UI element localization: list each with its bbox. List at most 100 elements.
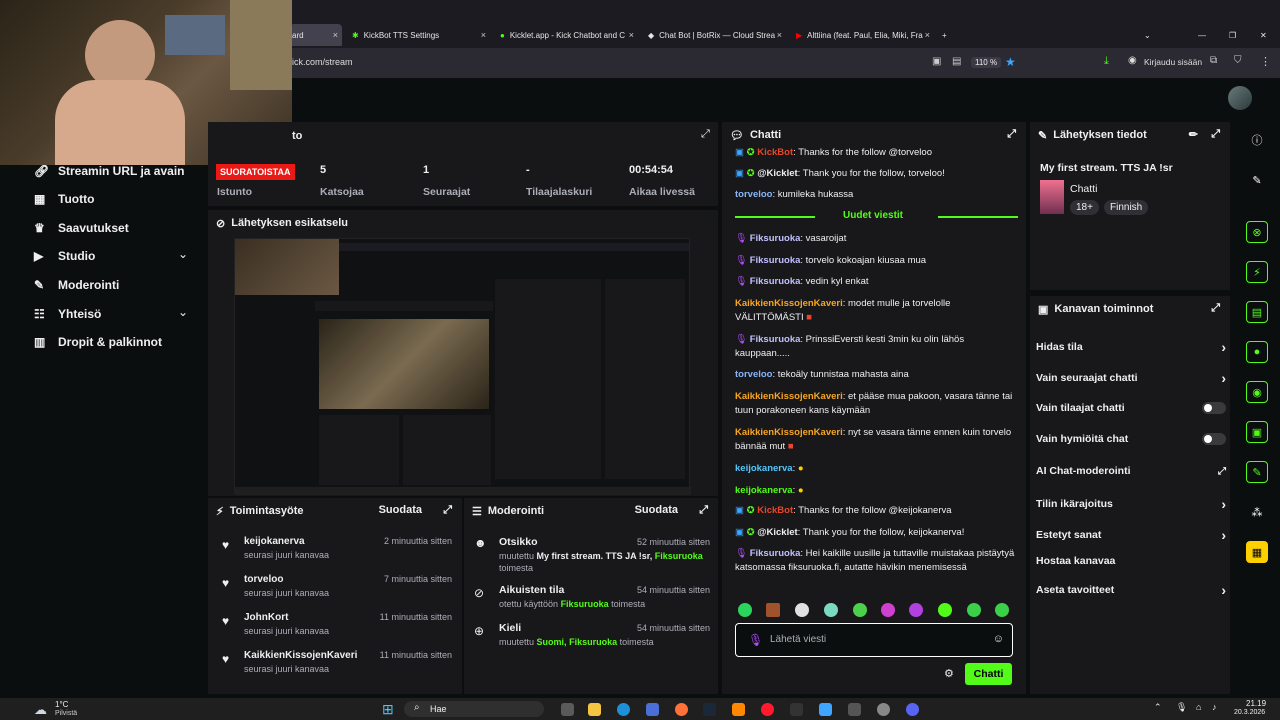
tab-kicklet[interactable]: ● Kicklet.app - Kick Chatbot and C × bbox=[500, 24, 638, 46]
emote-icon[interactable] bbox=[738, 603, 752, 617]
close-icon[interactable]: × bbox=[777, 30, 782, 40]
reader-icon[interactable]: ▤ bbox=[952, 56, 961, 67]
send-chat-button[interactable]: Chatti bbox=[965, 663, 1012, 685]
chat-username[interactable]: Fiksuruoka bbox=[750, 233, 801, 244]
preview-video[interactable] bbox=[234, 238, 691, 495]
follower-name[interactable]: KaikkienKissojenKaveri bbox=[244, 650, 357, 661]
close-icon[interactable]: × bbox=[925, 30, 930, 40]
follower-name[interactable]: keijokanerva bbox=[244, 536, 305, 547]
url-field[interactable]: ick.com/stream bbox=[292, 57, 353, 67]
nav-studio[interactable]: ▶ Studio bbox=[34, 249, 95, 263]
emote-icon[interactable] bbox=[938, 603, 952, 617]
photos-icon[interactable] bbox=[819, 703, 832, 716]
emote-only-toggle[interactable] bbox=[1202, 433, 1226, 445]
chat-icon[interactable]: ● bbox=[1246, 341, 1268, 363]
vlc-icon[interactable] bbox=[732, 703, 745, 716]
popout-icon[interactable]: ⤢ bbox=[1211, 302, 1220, 315]
zoom-badge[interactable]: 110 % bbox=[971, 57, 1002, 68]
nav-drops[interactable]: ▥ Dropit & palkinnot bbox=[34, 335, 162, 349]
opera-icon[interactable] bbox=[761, 703, 774, 716]
emote-icon[interactable] bbox=[909, 603, 923, 617]
popout-icon[interactable]: ⤢ bbox=[1007, 128, 1016, 141]
activity-filter-button[interactable]: Suodata bbox=[379, 504, 422, 516]
edit-icon[interactable]: ✏︎ bbox=[1189, 128, 1198, 141]
moderation-filter-button[interactable]: Suodata bbox=[635, 504, 678, 516]
chat-username[interactable]: KaikkienKissojenKaveri bbox=[735, 427, 843, 438]
windows-start-icon[interactable]: ⊞ bbox=[382, 701, 394, 718]
network-icon[interactable]: ⌂ bbox=[1196, 702, 1201, 712]
chat-username[interactable]: KaikkienKissojenKaveri bbox=[735, 391, 843, 402]
target-icon[interactable]: ⊗ bbox=[1246, 221, 1268, 243]
app-icon[interactable] bbox=[848, 703, 861, 716]
chat-username[interactable]: torveloo bbox=[735, 189, 772, 200]
nav-moderation[interactable]: ✎ Moderointi bbox=[34, 278, 119, 292]
mic-icon[interactable]: 🎙︎ bbox=[1176, 702, 1187, 713]
action-slow-mode[interactable]: Hidas tila › bbox=[1036, 339, 1226, 355]
bolt-icon[interactable]: ⚡︎ bbox=[1246, 261, 1268, 283]
action-followers-only[interactable]: Vain seuraajat chatti › bbox=[1036, 370, 1226, 386]
follower-name[interactable]: torveloo bbox=[244, 574, 283, 585]
document-icon[interactable]: ▤ bbox=[1246, 301, 1268, 323]
discord-icon[interactable] bbox=[906, 703, 919, 716]
category-thumbnail[interactable] bbox=[1040, 180, 1064, 214]
mod-who[interactable]: Fiksuruoka bbox=[561, 599, 609, 609]
volume-icon[interactable]: ♪ bbox=[1212, 702, 1217, 712]
tab-youtube[interactable]: ▶ Alttiina (feat. Paul, Elia, Miki, Fra × bbox=[796, 24, 934, 46]
mod-who[interactable]: Fiksuruoka bbox=[569, 637, 617, 647]
chat-username[interactable]: @Kicklet bbox=[757, 168, 797, 179]
avatar[interactable] bbox=[1228, 86, 1252, 110]
emote-icon[interactable] bbox=[795, 603, 809, 617]
channel-icon[interactable]: ▣ bbox=[1246, 421, 1268, 443]
pencil-icon[interactable]: ✎ bbox=[1246, 169, 1268, 191]
emoji-icon[interactable]: ☺ bbox=[993, 633, 1004, 645]
popout-icon[interactable]: ⤢ bbox=[701, 128, 710, 141]
nav-community[interactable]: ☷ Yhteisö bbox=[34, 307, 101, 321]
popout-icon[interactable]: ⤢ bbox=[1211, 128, 1220, 141]
emote-icon[interactable] bbox=[853, 603, 867, 617]
chat-username[interactable]: Fiksuruoka bbox=[750, 276, 801, 287]
clock-time[interactable]: 21.19 bbox=[1246, 699, 1266, 708]
action-age-restriction[interactable]: Tilin ikärajoitus › bbox=[1036, 496, 1226, 512]
chat-username[interactable]: Fiksuruoka bbox=[750, 548, 801, 559]
tab-botrix[interactable]: ◆ Chat Bot | BotRix — Cloud Strea × bbox=[648, 24, 786, 46]
chat-username[interactable]: KickBot bbox=[757, 505, 793, 516]
popout-icon[interactable]: ⤢ bbox=[699, 504, 708, 517]
chat-input[interactable]: 🎙︎ Lähetä viesti ☺ bbox=[735, 623, 1013, 657]
bookmark-star-icon[interactable]: ★ bbox=[1005, 55, 1016, 69]
nav-stream-url[interactable]: 🔗︎ Streamin URL ja avain bbox=[34, 164, 185, 178]
screenshot-icon[interactable]: ▣ bbox=[932, 56, 941, 67]
follower-name[interactable]: JohnKort bbox=[244, 612, 288, 623]
tab-list-button[interactable]: ⌄ bbox=[1144, 24, 1158, 46]
weather-temp[interactable]: 1°C bbox=[55, 700, 68, 709]
new-tab-button[interactable]: + bbox=[942, 24, 958, 46]
nav-revenue[interactable]: ▦ Tuotto bbox=[34, 192, 94, 206]
signin-button[interactable]: Kirjaudu sisään bbox=[1144, 57, 1202, 67]
maximize-button[interactable]: ❐ bbox=[1229, 24, 1243, 46]
popout-icon[interactable]: ⤢ bbox=[443, 504, 452, 517]
chevron-down-icon[interactable]: ⌄ bbox=[178, 305, 188, 319]
action-host-channel[interactable]: Hostaa kanavaa bbox=[1036, 555, 1226, 567]
edge-icon[interactable] bbox=[617, 703, 630, 716]
chat-username[interactable]: keijokanerva bbox=[735, 485, 793, 496]
category-name[interactable]: Chatti bbox=[1070, 183, 1097, 195]
subs-only-toggle[interactable] bbox=[1202, 402, 1226, 414]
chevron-up-icon[interactable]: ⌃ bbox=[1154, 702, 1162, 713]
chevron-down-icon[interactable]: ⌄ bbox=[178, 247, 188, 261]
task-view-icon[interactable] bbox=[561, 703, 574, 716]
emote-icon[interactable] bbox=[766, 603, 780, 617]
tab-kickbot[interactable]: ✱ KickBot TTS Settings × bbox=[352, 24, 490, 46]
chat-username[interactable]: torveloo bbox=[735, 369, 772, 380]
store-icon[interactable] bbox=[646, 703, 659, 716]
gear-icon[interactable]: ⚙︎ bbox=[944, 667, 954, 680]
nav-achievements[interactable]: ♛ Saavutukset bbox=[34, 221, 129, 235]
steam-icon[interactable] bbox=[703, 703, 716, 716]
action-blocked-words[interactable]: Estetyt sanat › bbox=[1036, 527, 1226, 543]
taskbar-search[interactable]: ⌕ Hae bbox=[404, 701, 544, 717]
calendar-icon[interactable]: ▦ bbox=[1246, 541, 1268, 563]
close-icon[interactable]: × bbox=[481, 30, 486, 40]
action-ai-moderation[interactable]: AI Chat-moderointi ⤢ bbox=[1036, 465, 1226, 477]
broadcast-icon[interactable]: ◉ bbox=[1246, 381, 1268, 403]
tab-dashboard[interactable]: ard × bbox=[290, 24, 342, 46]
wrench-icon[interactable]: ✎ bbox=[1246, 461, 1268, 483]
file-explorer-icon[interactable] bbox=[588, 703, 601, 716]
